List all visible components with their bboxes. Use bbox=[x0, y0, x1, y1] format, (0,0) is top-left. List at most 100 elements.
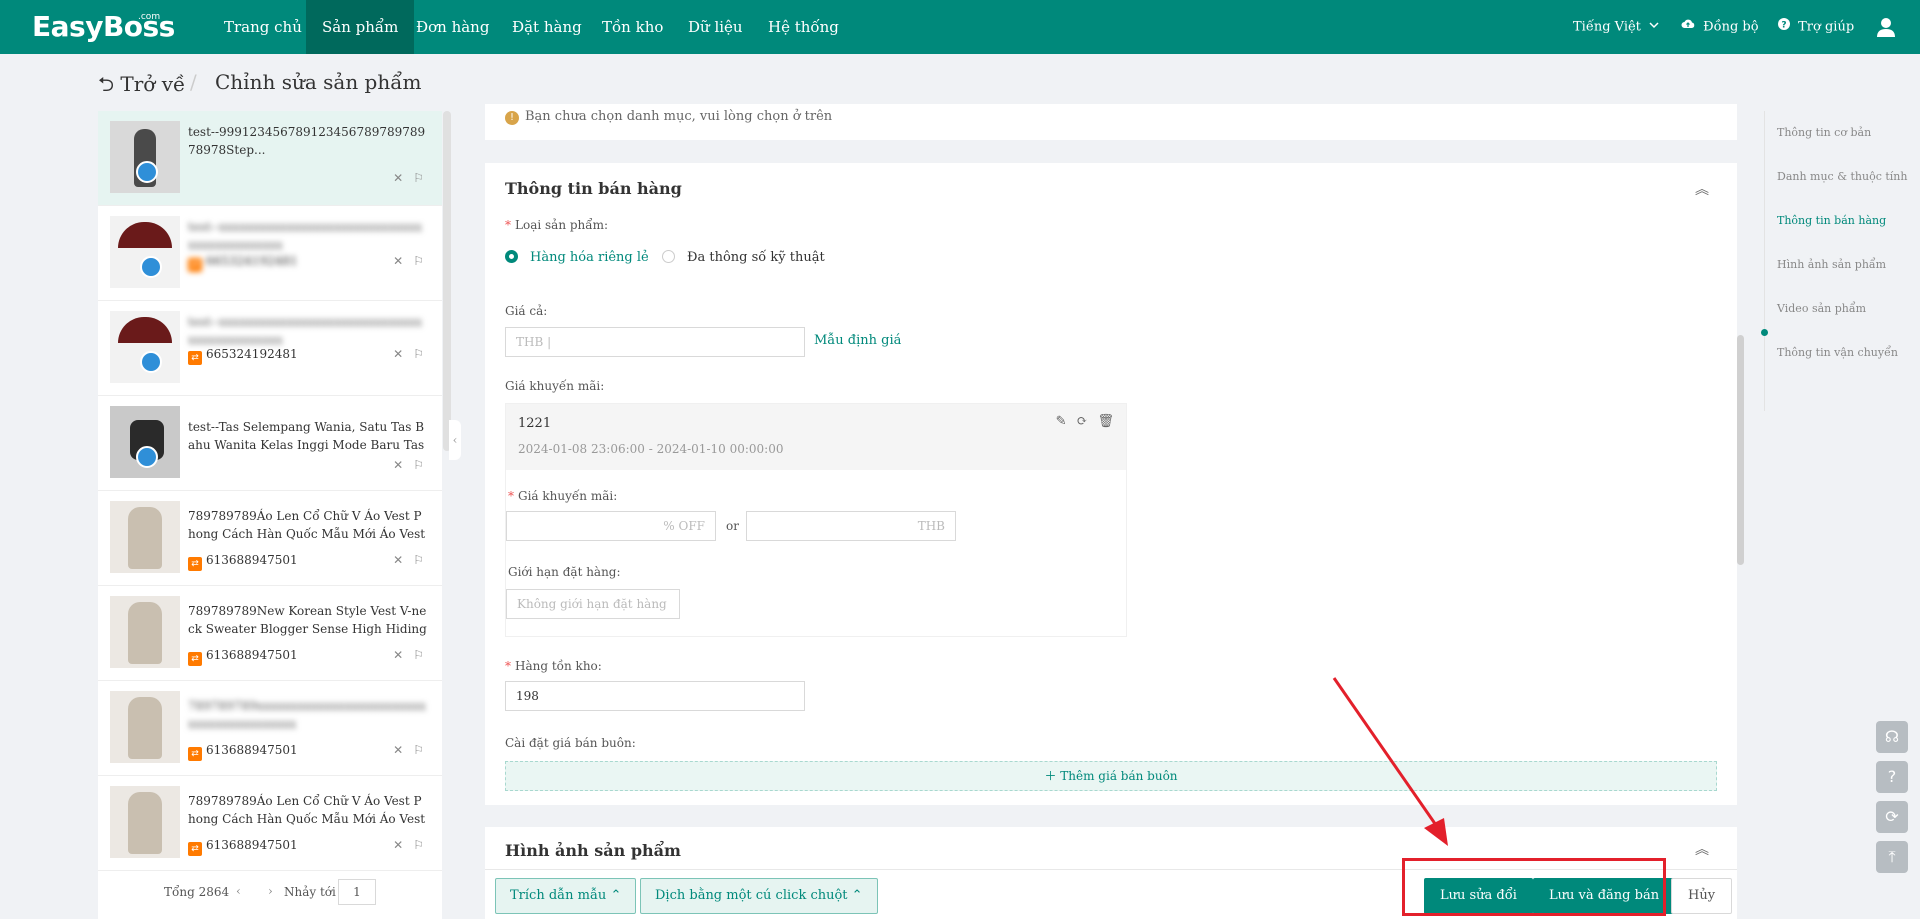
one-click-translate-button[interactable]: Dịch bằng một cú click chuột ⌃ bbox=[640, 878, 878, 914]
source-badge-icon: ⇄ bbox=[188, 258, 202, 272]
product-list-item[interactable]: 789789789New Korean Style Vest V-neck Sw… bbox=[98, 586, 442, 681]
product-thumbnail bbox=[110, 501, 180, 573]
close-icon[interactable]: ✕ bbox=[393, 254, 403, 268]
top-navigation-bar: EasyBoss .com Trang chủ Sản phẩm Đơn hàn… bbox=[0, 0, 1920, 54]
language-selector[interactable]: Tiếng Việt bbox=[1573, 0, 1663, 54]
product-list-scrollbar[interactable] bbox=[443, 111, 451, 451]
nav-item-data[interactable]: Dữ liệu bbox=[672, 0, 759, 54]
close-icon[interactable]: ✕ bbox=[393, 553, 403, 567]
anchor-basic-info[interactable]: Thông tin cơ bản bbox=[1777, 126, 1871, 139]
flag-icon[interactable]: ⚐ bbox=[413, 838, 424, 852]
product-thumbnail bbox=[110, 216, 180, 288]
collapse-list-handle[interactable]: ‹ bbox=[449, 420, 461, 460]
radio-dot bbox=[662, 250, 675, 263]
cancel-button[interactable]: Hủy bbox=[1671, 878, 1733, 914]
product-list-item[interactable]: test--xxxxxxxxxxxxxxxxxxxxxxxxxxxxxxxxxx… bbox=[98, 206, 442, 301]
anchor-product-images[interactable]: Hình ảnh sản phẩm bbox=[1777, 258, 1886, 271]
price-input[interactable]: THB | bbox=[505, 327, 805, 357]
product-thumbnail bbox=[110, 311, 180, 383]
flag-icon[interactable]: ⚐ bbox=[413, 254, 424, 268]
product-source-code: ⇄ 613688947501 bbox=[188, 838, 298, 856]
chevron-right-icon[interactable]: › bbox=[268, 884, 273, 898]
product-title: test--99912345678912345678978978978978St… bbox=[188, 125, 426, 157]
product-list: test--99912345678912345678978978978978St… bbox=[98, 111, 442, 919]
save-and-publish-button[interactable]: Lưu và đăng bán bbox=[1533, 878, 1676, 914]
flag-icon[interactable]: ⚐ bbox=[413, 553, 424, 567]
radio-single-product[interactable]: Hàng hóa riêng lẻ bbox=[505, 250, 649, 265]
chevron-left-icon[interactable]: ‹ bbox=[236, 884, 241, 898]
flag-icon[interactable]: ⚐ bbox=[413, 458, 424, 472]
active-anchor-indicator bbox=[1761, 329, 1768, 336]
collapse-section-icon[interactable]: ︽ bbox=[1695, 179, 1709, 199]
close-icon[interactable]: ✕ bbox=[393, 171, 403, 185]
source-badge-icon: ⇄ bbox=[188, 351, 202, 365]
nav-item-system[interactable]: Hệ thống bbox=[752, 0, 855, 54]
product-title: 789789789Áo Len Cổ Chữ V Áo Vest Phong C… bbox=[188, 794, 426, 826]
flag-icon[interactable]: ⚐ bbox=[413, 648, 424, 662]
close-icon[interactable]: ✕ bbox=[393, 743, 403, 757]
product-list-item[interactable]: test--99912345678912345678978978978978St… bbox=[98, 111, 442, 206]
breadcrumb-separator: / bbox=[190, 70, 197, 94]
refresh-icon[interactable]: ⟳ bbox=[1077, 414, 1088, 429]
product-list-item[interactable]: test--xxxxxxxxxxxxxxxxxxxxxxxxxxxxxxxxxx… bbox=[98, 301, 442, 396]
back-to-top-icon[interactable]: ⤒ bbox=[1876, 841, 1908, 873]
user-avatar-icon[interactable] bbox=[1876, 0, 1896, 54]
nav-item-home[interactable]: Trang chủ bbox=[208, 0, 318, 54]
close-icon[interactable]: ✕ bbox=[393, 347, 403, 361]
nav-item-inventory[interactable]: Tồn kho bbox=[586, 0, 679, 54]
headset-icon[interactable]: ☊ bbox=[1876, 721, 1908, 753]
main-scrollbar[interactable] bbox=[1737, 335, 1744, 565]
close-icon[interactable]: ✕ bbox=[393, 838, 403, 852]
sync-button[interactable]: Đồng bộ bbox=[1681, 0, 1759, 54]
stock-input[interactable]: 198 bbox=[505, 681, 805, 711]
flag-icon[interactable]: ⚐ bbox=[413, 171, 424, 185]
stock-label: * Hàng tồn kho: bbox=[505, 659, 602, 673]
product-list-item[interactable]: 789789789Áo Len Cổ Chữ V Áo Vest Phong C… bbox=[98, 491, 442, 586]
save-changes-button[interactable]: Lưu sửa đổi bbox=[1424, 878, 1533, 914]
flag-icon[interactable]: ⚐ bbox=[413, 347, 424, 361]
promo-percent-off-input[interactable]: % OFF bbox=[506, 511, 716, 541]
product-list-item[interactable]: 789789789xxxxxxxxxxxxxxxxxxxxxxxxxxxxxxx… bbox=[98, 681, 442, 776]
radio-multi-variant[interactable]: Đa thông số kỹ thuật bbox=[662, 250, 825, 265]
product-type-label: * Loại sản phẩm: bbox=[505, 218, 609, 232]
edit-icon[interactable]: ✎ bbox=[1056, 414, 1067, 429]
order-limit-input[interactable]: Không giới hạn đặt hàng bbox=[506, 589, 680, 619]
chevron-up-icon: ⌃ bbox=[851, 888, 863, 903]
anchor-category-attributes[interactable]: Danh mục & thuộc tính bbox=[1777, 170, 1907, 183]
promo-section-label: Giá khuyến mãi: bbox=[505, 379, 605, 393]
add-wholesale-price-button[interactable]: ＋ Thêm giá bán buôn bbox=[505, 761, 1717, 791]
anchor-sales-info[interactable]: Thông tin bán hàng bbox=[1777, 214, 1886, 227]
section-title-sales-info: Thông tin bán hàng bbox=[505, 179, 682, 198]
trash-icon[interactable]: 🗑 bbox=[1097, 414, 1114, 429]
help-doc-icon[interactable]: ? bbox=[1876, 761, 1908, 793]
nav-item-products[interactable]: Sản phẩm bbox=[306, 0, 415, 54]
collapse-section-icon[interactable]: ︽ bbox=[1695, 839, 1709, 859]
cloud-sync-icon bbox=[1681, 0, 1695, 54]
close-icon[interactable]: ✕ bbox=[393, 648, 403, 662]
nav-item-purchase[interactable]: Đặt hàng bbox=[496, 0, 598, 54]
page-jump-input[interactable]: 1 bbox=[338, 879, 376, 905]
source-badge-icon: ⇄ bbox=[188, 557, 202, 571]
product-list-item[interactable]: 789789789Áo Len Cổ Chữ V Áo Vest Phong C… bbox=[98, 776, 442, 871]
anchor-product-video[interactable]: Video sản phẩm bbox=[1777, 302, 1866, 315]
promo-price-thb-input[interactable]: THB bbox=[746, 511, 956, 541]
promo-price-label: * Giá khuyến mãi: bbox=[508, 489, 618, 503]
anchor-shipping-info[interactable]: Thông tin vận chuyển bbox=[1777, 346, 1898, 359]
nav-item-orders[interactable]: Đơn hàng bbox=[400, 0, 505, 54]
product-source-code: ⇄ 613688947501 bbox=[188, 648, 298, 666]
back-link[interactable]: ⮌ Trở về bbox=[98, 70, 185, 104]
product-list-item[interactable]: test--Tas Selempang Wania, Satu Tas Bahu… bbox=[98, 396, 442, 491]
promotion-name: 1221 bbox=[518, 416, 552, 431]
flag-icon[interactable]: ⚐ bbox=[413, 743, 424, 757]
help-button[interactable]: ? Trợ giúp bbox=[1778, 0, 1854, 54]
close-icon[interactable]: ✕ bbox=[393, 458, 403, 472]
pricing-template-link[interactable]: Mẫu định giá bbox=[814, 333, 901, 348]
category-notice: ! Bạn chưa chọn danh mục, vui lòng chọn ở… bbox=[505, 109, 832, 125]
back-label: Trở về bbox=[120, 72, 186, 96]
cite-template-button[interactable]: Trích dẫn mẫu ⌃ bbox=[495, 878, 637, 914]
undo-arrow-icon: ⮌ bbox=[98, 72, 115, 96]
refresh-icon[interactable]: ⟳ bbox=[1876, 801, 1908, 833]
order-limit-label: Giới hạn đặt hàng: bbox=[508, 565, 621, 579]
plus-icon: ＋ bbox=[1044, 769, 1057, 783]
chevron-down-icon bbox=[1649, 0, 1659, 54]
